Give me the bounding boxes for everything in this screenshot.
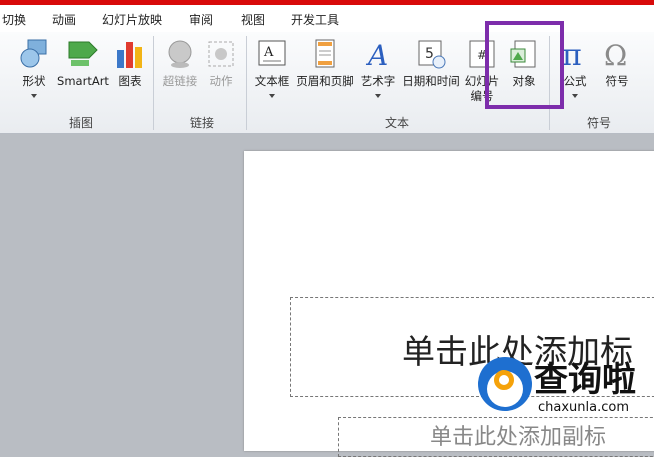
bar-chart-icon [117,42,142,68]
tab-transitions[interactable]: 切换 [2,11,26,28]
globe-link-icon [168,40,192,68]
header-footer-button[interactable]: 页眉和页脚 [294,36,356,110]
svg-text:5: 5 [425,46,434,62]
highlight-box [485,21,564,109]
wordart-icon: A [365,39,388,70]
action-label: 动作 [209,74,233,88]
hyperlink-label: 超链接 [162,74,198,88]
wordart-label: 艺术字 [360,74,396,88]
smartart-icon [68,41,98,66]
textbox-icon: A [258,40,286,66]
watermark-text: 查询啦 [534,360,636,400]
dropdown-arrow-icon [572,94,578,98]
subtitle-placeholder-text: 单击此处添加副标 [430,425,607,450]
datetime-label: 日期和时间 [402,74,460,88]
group-symbols-label: 符号 [586,116,611,130]
shapes-label: 形状 [22,74,46,88]
dropdown-arrow-icon [269,94,275,98]
action-star-icon [208,41,234,67]
watermark-url: chaxunla.com [538,400,629,415]
symbol-button[interactable]: Ω 符号 [597,36,637,110]
calendar-icon: 5 [418,40,446,69]
hyperlink-button[interactable]: 超链接 [160,36,200,110]
svg-text:π: π [562,38,582,70]
svg-text:A: A [365,39,388,70]
svg-text:Ω: Ω [604,39,627,70]
svg-text:A: A [263,45,274,60]
dropdown-arrow-icon [375,94,381,98]
tab-developer[interactable]: 开发工具 [291,11,339,28]
shapes-button[interactable]: 形状 [14,36,54,110]
omega-icon: Ω [604,39,627,70]
smartart-button[interactable]: SmartArt [56,36,110,110]
datetime-button[interactable]: 5 日期和时间 [400,36,462,110]
page-icon [315,39,335,68]
dropdown-arrow-icon [31,94,37,98]
action-button[interactable]: 动作 [203,36,239,110]
textbox-label: 文本框 [254,74,290,88]
chart-label: 图表 [118,74,142,88]
group-divider [246,36,247,130]
group-illustrations-label: 插图 [68,116,93,130]
group-divider [153,36,154,130]
tab-view[interactable]: 视图 [241,11,265,28]
chart-button[interactable]: 图表 [112,36,148,110]
search-icon [494,370,514,390]
smartart-label: SmartArt [57,74,109,88]
wordart-button[interactable]: A 艺术字 [358,36,398,110]
shapes-icon [20,39,47,68]
textbox-button[interactable]: A 文本框 [252,36,292,110]
tab-review[interactable]: 审阅 [189,11,213,28]
symbol-label: 符号 [605,74,629,88]
header-footer-label: 页眉和页脚 [296,74,354,88]
group-links-label: 链接 [189,116,214,130]
tab-slideshow[interactable]: 幻灯片放映 [102,11,162,28]
watermark: 查询啦 chaxunla.com [478,352,654,422]
tab-animations[interactable]: 动画 [52,11,76,28]
group-text-label: 文本 [384,116,409,130]
